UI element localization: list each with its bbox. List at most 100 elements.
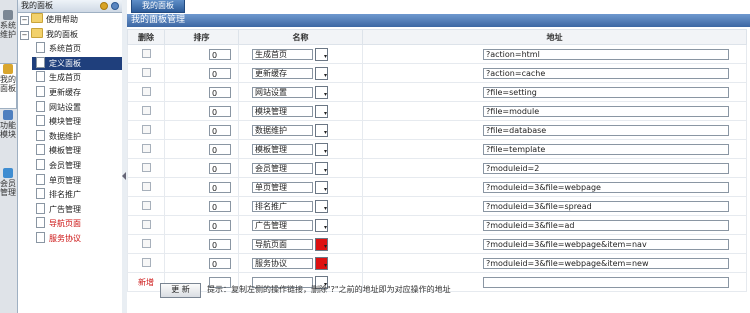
sidebar-item[interactable]: 导航页面 <box>32 217 122 230</box>
color-picker-button[interactable]: ▾ <box>315 256 328 270</box>
color-picker-button[interactable]: ▾ <box>315 123 328 137</box>
delete-checkbox[interactable] <box>141 219 151 229</box>
sidebar-item-label: 导航页面 <box>49 219 81 228</box>
name-input[interactable]: 会员管理 <box>252 162 313 174</box>
vertical-tab-0[interactable]: 系统维护 <box>0 10 16 58</box>
sidebar-item[interactable]: 更新缓存 <box>32 86 122 99</box>
name-input[interactable]: 模板管理 <box>252 143 313 155</box>
color-picker-button[interactable]: ▾ <box>315 180 328 194</box>
sidebar-item[interactable]: 系统首页 <box>32 42 122 55</box>
order-input[interactable]: 0 <box>209 219 231 231</box>
address-input[interactable]: ?file=database <box>483 124 729 136</box>
name-input[interactable]: 网站设置 <box>252 86 313 98</box>
order-input[interactable]: 0 <box>209 143 231 155</box>
color-picker-button[interactable]: ▾ <box>315 47 328 61</box>
sidebar-item[interactable]: 排名推广 <box>32 188 122 201</box>
address-input[interactable]: ?moduleid=2 <box>483 162 729 174</box>
name-cell: 广告管理 ▾ <box>238 215 363 235</box>
color-picker-button[interactable]: ▾ <box>315 199 328 213</box>
color-picker-button[interactable]: ▾ <box>315 66 328 80</box>
order-input[interactable]: 0 <box>209 48 231 60</box>
order-input[interactable]: 0 <box>209 181 231 193</box>
color-picker-button[interactable]: ▾ <box>315 237 328 251</box>
name-cell: 网站设置 ▾ <box>238 82 363 102</box>
delete-checkbox[interactable] <box>141 67 151 77</box>
address-input[interactable]: ?action=html <box>483 48 729 60</box>
name-input[interactable]: 生成首页 <box>252 48 313 60</box>
order-cell: 0 <box>164 120 239 140</box>
address-input[interactable]: ?file=template <box>483 143 729 155</box>
order-input[interactable]: 0 <box>209 238 231 250</box>
name-input[interactable]: 模块管理 <box>252 105 313 117</box>
address-input[interactable]: ?file=setting <box>483 86 729 98</box>
name-input[interactable]: 数据维护 <box>252 124 313 136</box>
sidebar-refresh-icon[interactable] <box>100 2 108 10</box>
color-picker-button[interactable]: ▾ <box>315 142 328 156</box>
delete-checkbox[interactable] <box>141 200 151 210</box>
order-cell: 0 <box>164 234 239 254</box>
delete-checkbox[interactable] <box>141 143 151 153</box>
name-input[interactable]: 广告管理 <box>252 219 313 231</box>
sidebar-folder[interactable]: − 我的面板 <box>20 28 122 41</box>
color-picker-button[interactable]: ▾ <box>315 85 328 99</box>
order-input[interactable]: 0 <box>209 200 231 212</box>
name-input[interactable]: 排名推广 <box>252 200 313 212</box>
address-input[interactable]: ?moduleid=3&file=webpage&item=new <box>483 257 729 269</box>
delete-checkbox[interactable] <box>141 238 151 248</box>
order-input[interactable]: 0 <box>209 67 231 79</box>
sidebar-item[interactable]: 生成首页 <box>32 71 122 84</box>
table-row: 0 广告管理 ▾ ?moduleid=3&file=ad <box>127 215 747 235</box>
order-input[interactable]: 0 <box>209 124 231 136</box>
tab-my-panel[interactable]: 我的面板 <box>131 0 185 13</box>
sidebar-title: 我的面板 <box>21 1 53 10</box>
color-picker-button[interactable]: ▾ <box>315 218 328 232</box>
delete-checkbox[interactable] <box>141 86 151 96</box>
collapse-arrow-icon[interactable] <box>122 172 126 180</box>
vertical-tab-label: 系统维护 <box>0 21 16 39</box>
delete-checkbox[interactable] <box>141 162 151 172</box>
sidebar-item[interactable]: 定义面板 <box>32 57 122 70</box>
expand-toggle-icon[interactable]: − <box>20 31 29 40</box>
sidebar-item[interactable]: 网站设置 <box>32 101 122 114</box>
vertical-tab-1[interactable]: 我的面板 <box>0 63 17 109</box>
address-input[interactable]: ?action=cache <box>483 67 729 79</box>
name-input[interactable]: 导航页面 <box>252 238 313 250</box>
delete-checkbox[interactable] <box>141 124 151 134</box>
name-input[interactable]: 服务协议 <box>252 257 313 269</box>
sidebar-settings-icon[interactable] <box>111 2 119 10</box>
order-input[interactable]: 0 <box>209 257 231 269</box>
vertical-tab-2[interactable]: 功能模块 <box>0 110 16 164</box>
sidebar-item[interactable]: 单页管理 <box>32 174 122 187</box>
address-cell: ?action=cache <box>362 63 747 83</box>
main-area: 我的面板 我的面板管理 删除 排序 名称 地址 0 生成首页 ▾ ?action=ht… <box>127 0 750 313</box>
address-cell: ?moduleid=3&file=webpage&item=new <box>362 253 747 273</box>
address-input[interactable]: ?moduleid=3&file=ad <box>483 219 729 231</box>
order-input[interactable]: 0 <box>209 86 231 98</box>
delete-checkbox[interactable] <box>141 105 151 115</box>
delete-checkbox[interactable] <box>141 257 151 267</box>
name-input[interactable]: 单页管理 <box>252 181 313 193</box>
sidebar-folder[interactable]: − 使用帮助 <box>20 13 122 26</box>
order-cell: 0 <box>164 158 239 178</box>
delete-checkbox[interactable] <box>141 181 151 191</box>
sidebar-item[interactable]: 服务协议 <box>32 232 122 245</box>
color-picker-button[interactable]: ▾ <box>315 104 328 118</box>
table-footer: 更 新 提示：复制左侧的操作链接，删除"?"之前的地址即为对应操作的地址 <box>127 279 750 299</box>
update-button[interactable]: 更 新 <box>160 283 201 298</box>
color-picker-button[interactable]: ▾ <box>315 161 328 175</box>
sidebar-item[interactable]: 广告管理 <box>32 203 122 216</box>
sidebar-item[interactable]: 模板管理 <box>32 144 122 157</box>
order-input[interactable]: 0 <box>209 105 231 117</box>
address-input[interactable]: ?moduleid=3&file=webpage&item=nav <box>483 238 729 250</box>
order-input[interactable]: 0 <box>209 162 231 174</box>
name-input[interactable]: 更新缓存 <box>252 67 313 79</box>
vertical-tab-3[interactable]: 会员管理 <box>0 168 16 218</box>
sidebar-item[interactable]: 数据维护 <box>32 130 122 143</box>
delete-checkbox[interactable] <box>141 48 151 58</box>
address-input[interactable]: ?moduleid=3&file=webpage <box>483 181 729 193</box>
sidebar-item[interactable]: 模块管理 <box>32 115 122 128</box>
address-input[interactable]: ?moduleid=3&file=spread <box>483 200 729 212</box>
sidebar-item[interactable]: 会员管理 <box>32 159 122 172</box>
address-input[interactable]: ?file=module <box>483 105 729 117</box>
expand-toggle-icon[interactable]: − <box>20 16 29 25</box>
